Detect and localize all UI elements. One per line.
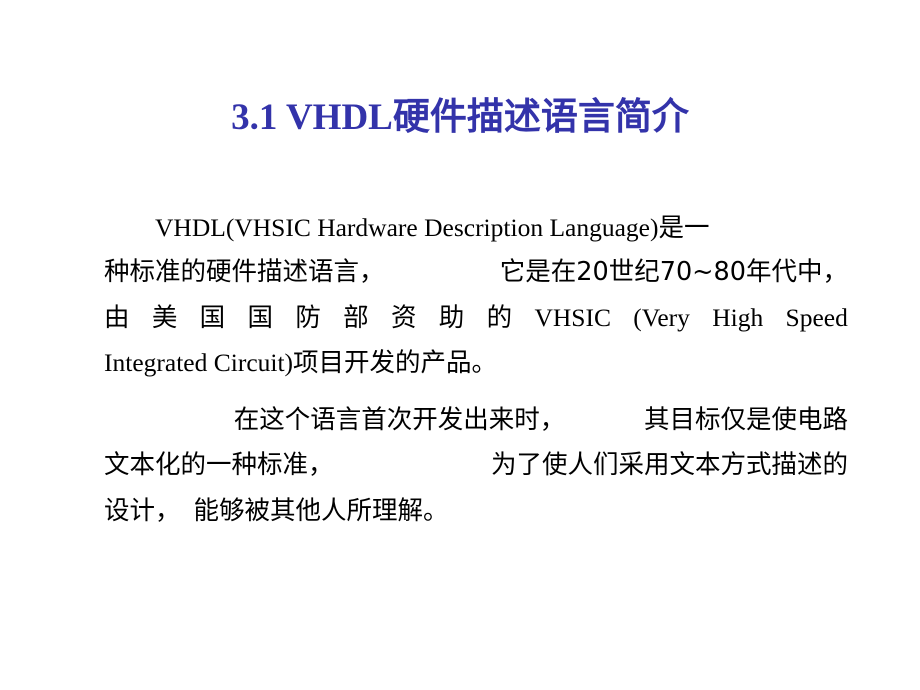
text-run: 在这个语言首次开发出来时， bbox=[233, 405, 566, 435]
text-run: 美 bbox=[151, 303, 178, 333]
text-run: High bbox=[712, 303, 764, 332]
text-run: VHDL(VHSIC Hardware Description Language… bbox=[155, 213, 659, 242]
text-run: 文本化的一种标准， bbox=[104, 450, 334, 480]
text-run: 部 bbox=[343, 303, 369, 333]
slide-canvas: 3.1 VHDL硬件描述语言简介 VHDL(VHSIC Hardware Des… bbox=[0, 0, 920, 690]
text-line: 设计， 能够被其他人所理解。 bbox=[104, 488, 848, 533]
text-run: 由 bbox=[104, 303, 130, 333]
text-line: 由 美 国 国 防 部 资 助 的 VHSIC (Very High Speed bbox=[104, 295, 848, 340]
text-run: Integrated Circuit) bbox=[104, 348, 294, 377]
text-run: 其目标仅是使电路 bbox=[643, 405, 848, 435]
text-line: VHDL(VHSIC Hardware Description Language… bbox=[104, 205, 848, 250]
text-run: VHSIC bbox=[534, 303, 611, 332]
text-run: 为了使人们采用文本方式描述的 bbox=[490, 450, 848, 480]
text-line: 文本化的一种标准， 为了使人们采用文本方式描述的 bbox=[104, 443, 848, 488]
paragraph-1: VHDL(VHSIC Hardware Description Language… bbox=[104, 205, 848, 385]
text-run: 资 bbox=[390, 303, 417, 333]
text-run: 能够被其他人所理解。 bbox=[193, 496, 449, 526]
paragraph-2: 在这个语言首次开发出来时， 其目标仅是使电路 文本化的一种标准， 为了使人们采用… bbox=[104, 398, 848, 533]
text-run: 是一 bbox=[658, 213, 710, 243]
page-title: 3.1 VHDL硬件描述语言简介 bbox=[231, 97, 689, 138]
text-run: 的 bbox=[486, 303, 513, 333]
text-run: 国 bbox=[199, 303, 226, 333]
text-run: 项目开发的产品。 bbox=[293, 348, 498, 378]
text-run: 种标准的硬件描述语言， bbox=[104, 257, 385, 287]
text-run: Speed bbox=[785, 303, 848, 332]
text-line: Integrated Circuit)项目开发的产品。 bbox=[104, 340, 848, 385]
text-run: 设计， bbox=[104, 496, 181, 526]
text-run: (Very bbox=[633, 303, 690, 332]
text-line: 在这个语言首次开发出来时， 其目标仅是使电路 bbox=[104, 398, 848, 443]
text-run: 它是在20世纪70~80年代中， bbox=[499, 257, 848, 287]
text-line: 种标准的硬件描述语言， 它是在20世纪70~80年代中， bbox=[104, 250, 848, 295]
text-run: 防 bbox=[295, 303, 321, 333]
text-run: 助 bbox=[438, 303, 465, 333]
text-run: 国 bbox=[247, 303, 273, 333]
slide-body: VHDL(VHSIC Hardware Description Language… bbox=[104, 205, 848, 533]
